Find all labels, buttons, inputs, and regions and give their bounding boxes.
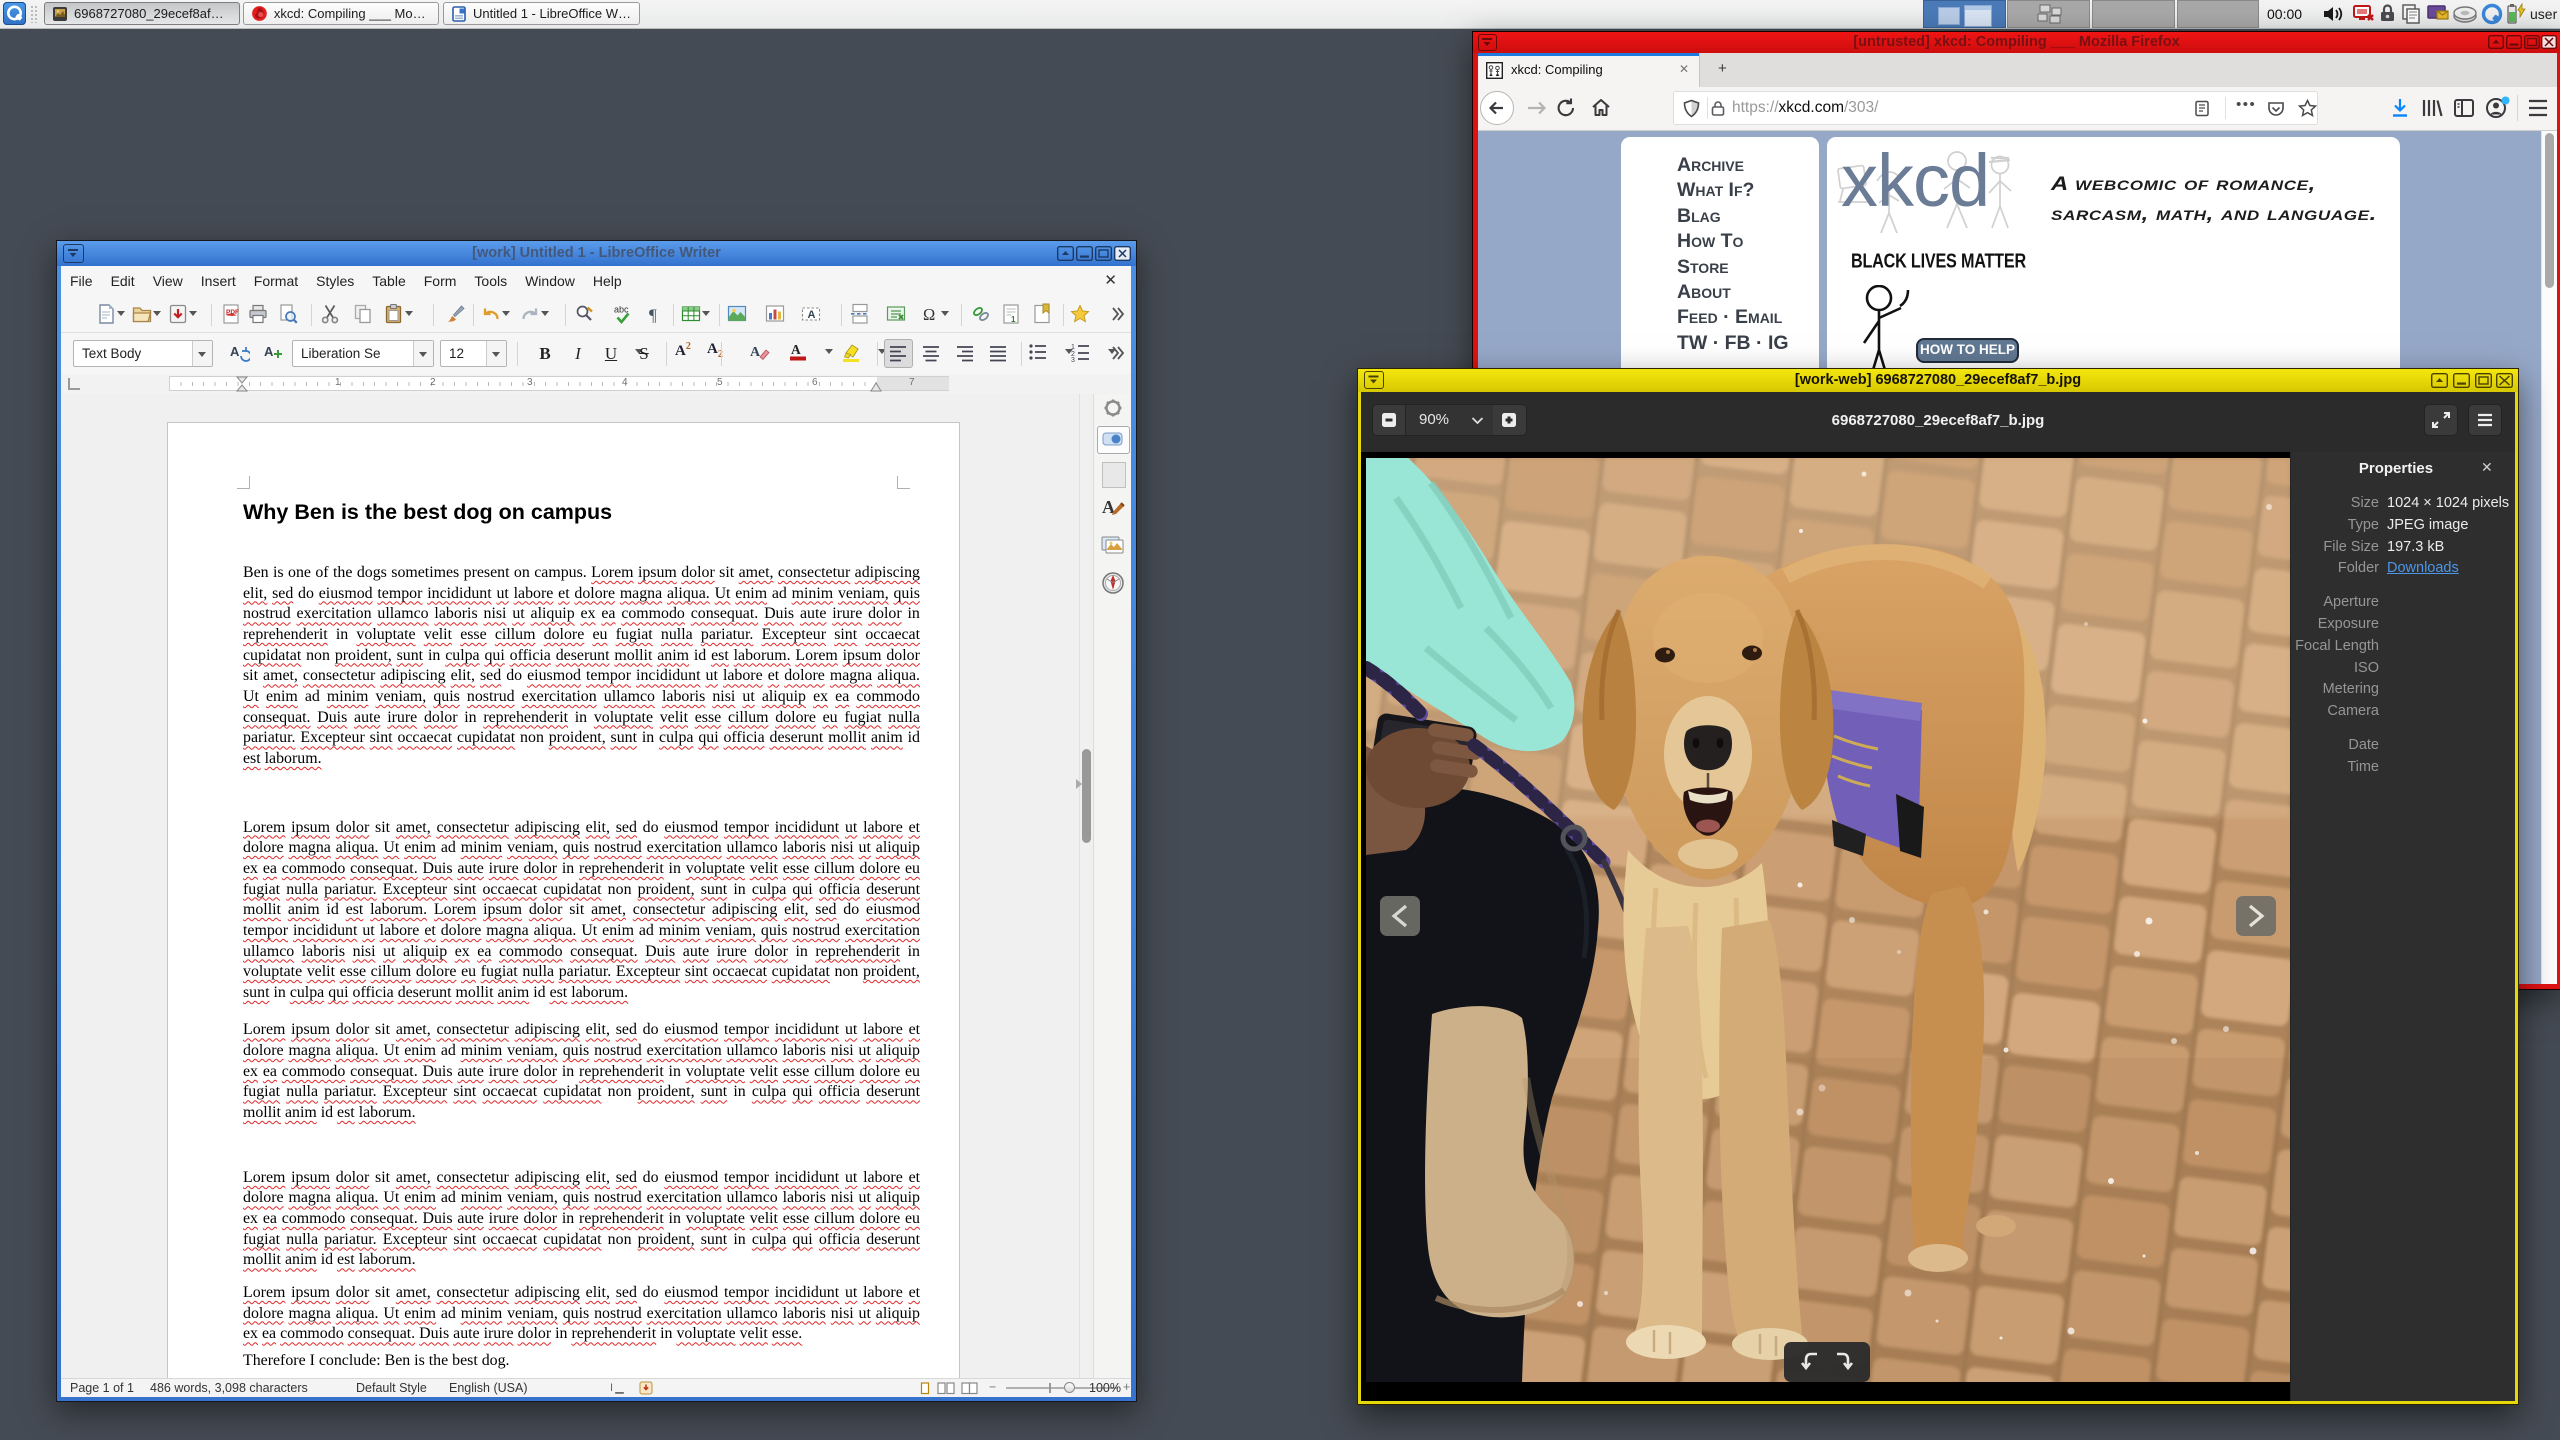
- svg-text:A: A: [264, 344, 274, 359]
- svg-text:A: A: [791, 342, 801, 357]
- svg-text:PDF: PDF: [226, 309, 239, 316]
- svg-text:A: A: [808, 309, 816, 321]
- svg-text:1: 1: [1011, 315, 1016, 324]
- svg-text:A: A: [230, 344, 240, 359]
- svg-text:abc: abc: [614, 305, 629, 315]
- svg-text:1: 1: [1071, 344, 1075, 351]
- svg-text:Ω: Ω: [923, 305, 935, 324]
- svg-text:¶: ¶: [649, 306, 657, 325]
- svg-text:A: A: [750, 345, 761, 360]
- svg-text:3: 3: [1071, 357, 1075, 363]
